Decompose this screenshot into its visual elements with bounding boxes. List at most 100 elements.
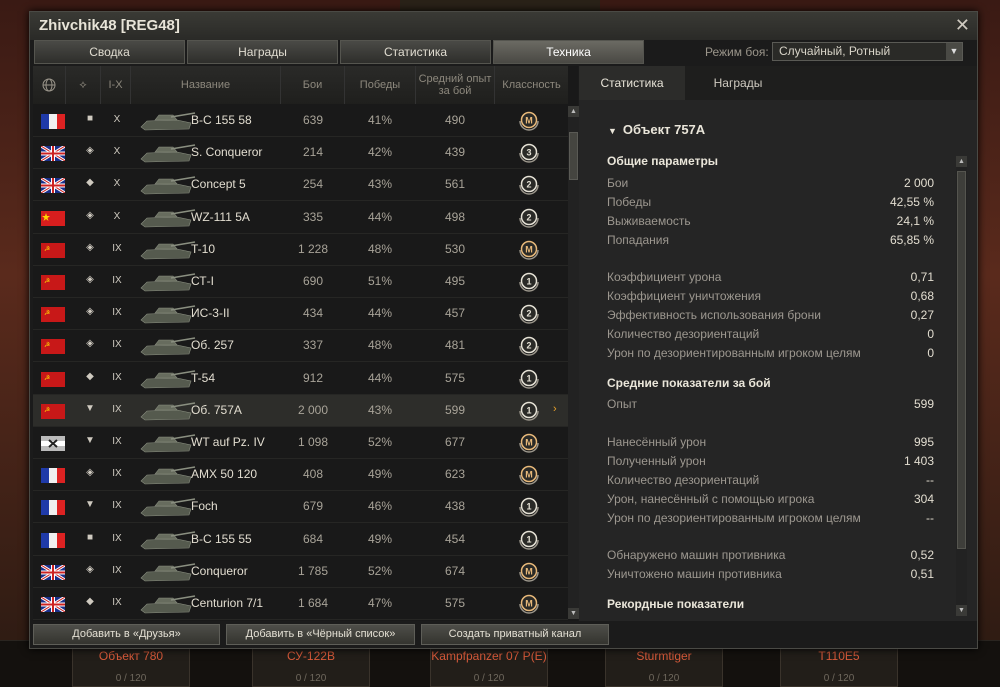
collapse-triangle-icon: ▼ (608, 126, 617, 136)
table-row[interactable]: ☭ ◈ IX СТ-I 690 51% 495 1 (33, 266, 568, 298)
sort-avg-xp[interactable]: Средний опыт за бой (416, 66, 495, 104)
vehicle-list-scrollbar[interactable]: ▲ ▼ (568, 106, 579, 619)
tab-vehicle-awards[interactable]: Награды (685, 66, 791, 100)
bottom-card-name: Sturmtiger (636, 649, 692, 663)
stats-scrollbar[interactable]: ▲ ▼ (956, 156, 967, 616)
vehicle-battles: 214 (302, 145, 324, 160)
sort-battles[interactable]: Бои (281, 66, 345, 104)
selected-vehicle-title[interactable]: ▼ Объект 757А (608, 122, 705, 137)
tank-silhouette-icon (140, 530, 196, 549)
table-row[interactable]: ☭ ◈ IX T-10 1 228 48% 530 M (33, 234, 568, 266)
vehicle-avg-xp: 481 (444, 338, 466, 353)
vehicle-name: Об. 757А (191, 402, 242, 417)
vehicle-tier: IX (112, 532, 122, 544)
stat-value: 0,27 (910, 308, 934, 322)
sort-wins[interactable]: Победы (345, 66, 416, 104)
tab-vehicle-statistics[interactable]: Статистика (579, 66, 685, 100)
svg-text:3: 3 (526, 148, 531, 158)
stat-label: Обнаружено машин противника (607, 548, 786, 562)
tab-awards[interactable]: Награды (187, 40, 338, 64)
vehicle-wins: 43% (367, 177, 393, 192)
vehicle-wins: 43% (367, 402, 393, 417)
vehicle-battles: 1 785 (297, 563, 329, 578)
vehicle-type-icon: ▼ (85, 435, 95, 446)
table-row[interactable]: ▼ IX Foch 679 46% 438 1 (33, 491, 568, 524)
vehicle-tier: IX (112, 436, 122, 447)
battle-mode-value: Случайный, Ротный (779, 44, 891, 58)
tank-silhouette-icon (140, 241, 196, 260)
vehicle-wins: 48% (367, 338, 393, 353)
table-row[interactable]: ☭ ◈ IX Об. 257 337 48% 481 2 (33, 330, 568, 363)
window-title: Zhivchik48 [REG48] (39, 17, 180, 34)
sort-mastery[interactable]: Классность (495, 66, 568, 104)
table-row[interactable]: ☭ ◈ IX ИС-3-II 434 44% 457 2 (33, 298, 568, 331)
flag-icon-su: ☭ (41, 339, 65, 355)
flag-icon-uk (41, 564, 65, 580)
scroll-down-icon[interactable]: ▼ (568, 608, 579, 619)
vehicle-tier: IX (112, 275, 122, 286)
vehicle-type-icon: ◈ (86, 338, 94, 350)
scroll-thumb[interactable] (569, 132, 578, 180)
svg-text:1: 1 (526, 534, 531, 544)
vehicle-wins: 47% (367, 596, 393, 610)
stat-value: 0 (927, 346, 934, 360)
table-row[interactable]: ▼ IX WT auf Pz. IV 1 098 52% 677 M (33, 427, 568, 459)
tab-statistics[interactable]: Статистика (340, 40, 491, 64)
stat-value: 304 (913, 492, 934, 506)
scroll-down-icon[interactable]: ▼ (956, 605, 967, 616)
vehicle-wins: 42% (367, 145, 393, 160)
svg-text:1: 1 (526, 405, 531, 415)
tab-vehicles[interactable]: Техника (493, 40, 644, 64)
vehicle-type-icon: ◈ (86, 241, 94, 253)
sort-nation[interactable] (33, 66, 66, 104)
vehicle-avg-xp: 677 (444, 435, 466, 449)
vehicle-type-icon: ◈ (86, 209, 94, 221)
chevron-down-icon[interactable]: ▼ (946, 43, 962, 60)
vehicle-tier: X (113, 210, 121, 222)
svg-text:2: 2 (526, 180, 531, 190)
title-bar[interactable]: Zhivchik48 [REG48] ✕ (30, 12, 977, 40)
table-row[interactable]: ◆ IX Centurion 7/1 1 684 47% 575 M (33, 588, 568, 620)
vehicle-name: S. Conqueror (191, 145, 263, 160)
mastery-badge-icon: 1 (519, 498, 539, 518)
sort-name[interactable]: Название (131, 66, 281, 104)
mastery-badge-icon: 2 (519, 337, 539, 357)
table-row[interactable]: ◈ X S. Conqueror 214 42% 439 3 (33, 137, 568, 170)
vehicle-type-icon: ◆ (86, 370, 94, 382)
table-row[interactable]: ◈ X WZ-111 5A 335 44% 498 2 (33, 202, 568, 234)
vehicle-type-icon: ▼ (85, 499, 95, 511)
create-private-channel-button[interactable]: Создать приватный канал (421, 624, 609, 645)
add-blacklist-button[interactable]: Добавить в «Чёрный список» (226, 624, 415, 645)
vehicle-avg-xp: 575 (444, 370, 466, 385)
tank-silhouette-icon (140, 595, 196, 614)
sort-type[interactable]: ⟡ (66, 66, 101, 104)
svg-text:M: M (525, 116, 533, 126)
vehicle-tier: IX (112, 371, 122, 383)
stats-section-title: Общие параметры (607, 154, 719, 168)
add-friend-button[interactable]: Добавить в «Друзья» (33, 624, 220, 645)
chevron-right-icon: › (553, 402, 557, 415)
table-row[interactable]: ☭ ◆ IX T-54 912 44% 575 1 (33, 363, 568, 395)
close-icon[interactable]: ✕ (955, 15, 970, 36)
sort-tier[interactable]: I-X (101, 66, 131, 104)
svg-text:M: M (525, 566, 533, 576)
battle-mode-select[interactable]: Случайный, Ротный ▼ (772, 42, 963, 61)
stat-value: 0,51 (910, 567, 934, 581)
table-row[interactable]: ◆ X Concept 5 254 43% 561 2 (33, 169, 568, 202)
table-row[interactable]: ■ X B-C 155 58 639 41% 490 M (33, 105, 568, 137)
scroll-up-icon[interactable]: ▲ (956, 156, 967, 167)
table-row[interactable]: ☭ ▼ IX Об. 757А 2 000 43% 599 1 › (33, 394, 568, 427)
vehicle-name: ИС-3-II (191, 306, 230, 321)
svg-text:2: 2 (526, 341, 531, 351)
scroll-thumb[interactable] (957, 171, 966, 549)
table-header: ⟡ I-X Название Бои Победы Средний опыт з… (33, 66, 568, 104)
table-row[interactable]: ◈ IX Conqueror 1 785 52% 674 M (33, 556, 568, 588)
scroll-up-icon[interactable]: ▲ (568, 106, 579, 117)
tab-summary[interactable]: Сводка (34, 40, 185, 64)
bottom-card-count: 0 / 120 (115, 673, 147, 684)
svg-text:1: 1 (526, 277, 531, 287)
vehicle-tier: IX (112, 564, 122, 576)
table-row[interactable]: ■ IX B-C 155 55 684 49% 454 1 (33, 524, 568, 556)
bottom-card-name: Kampfpanzer 07 P(E) (431, 649, 547, 663)
table-row[interactable]: ◈ IX AMX 50 120 408 49% 623 M (33, 459, 568, 492)
